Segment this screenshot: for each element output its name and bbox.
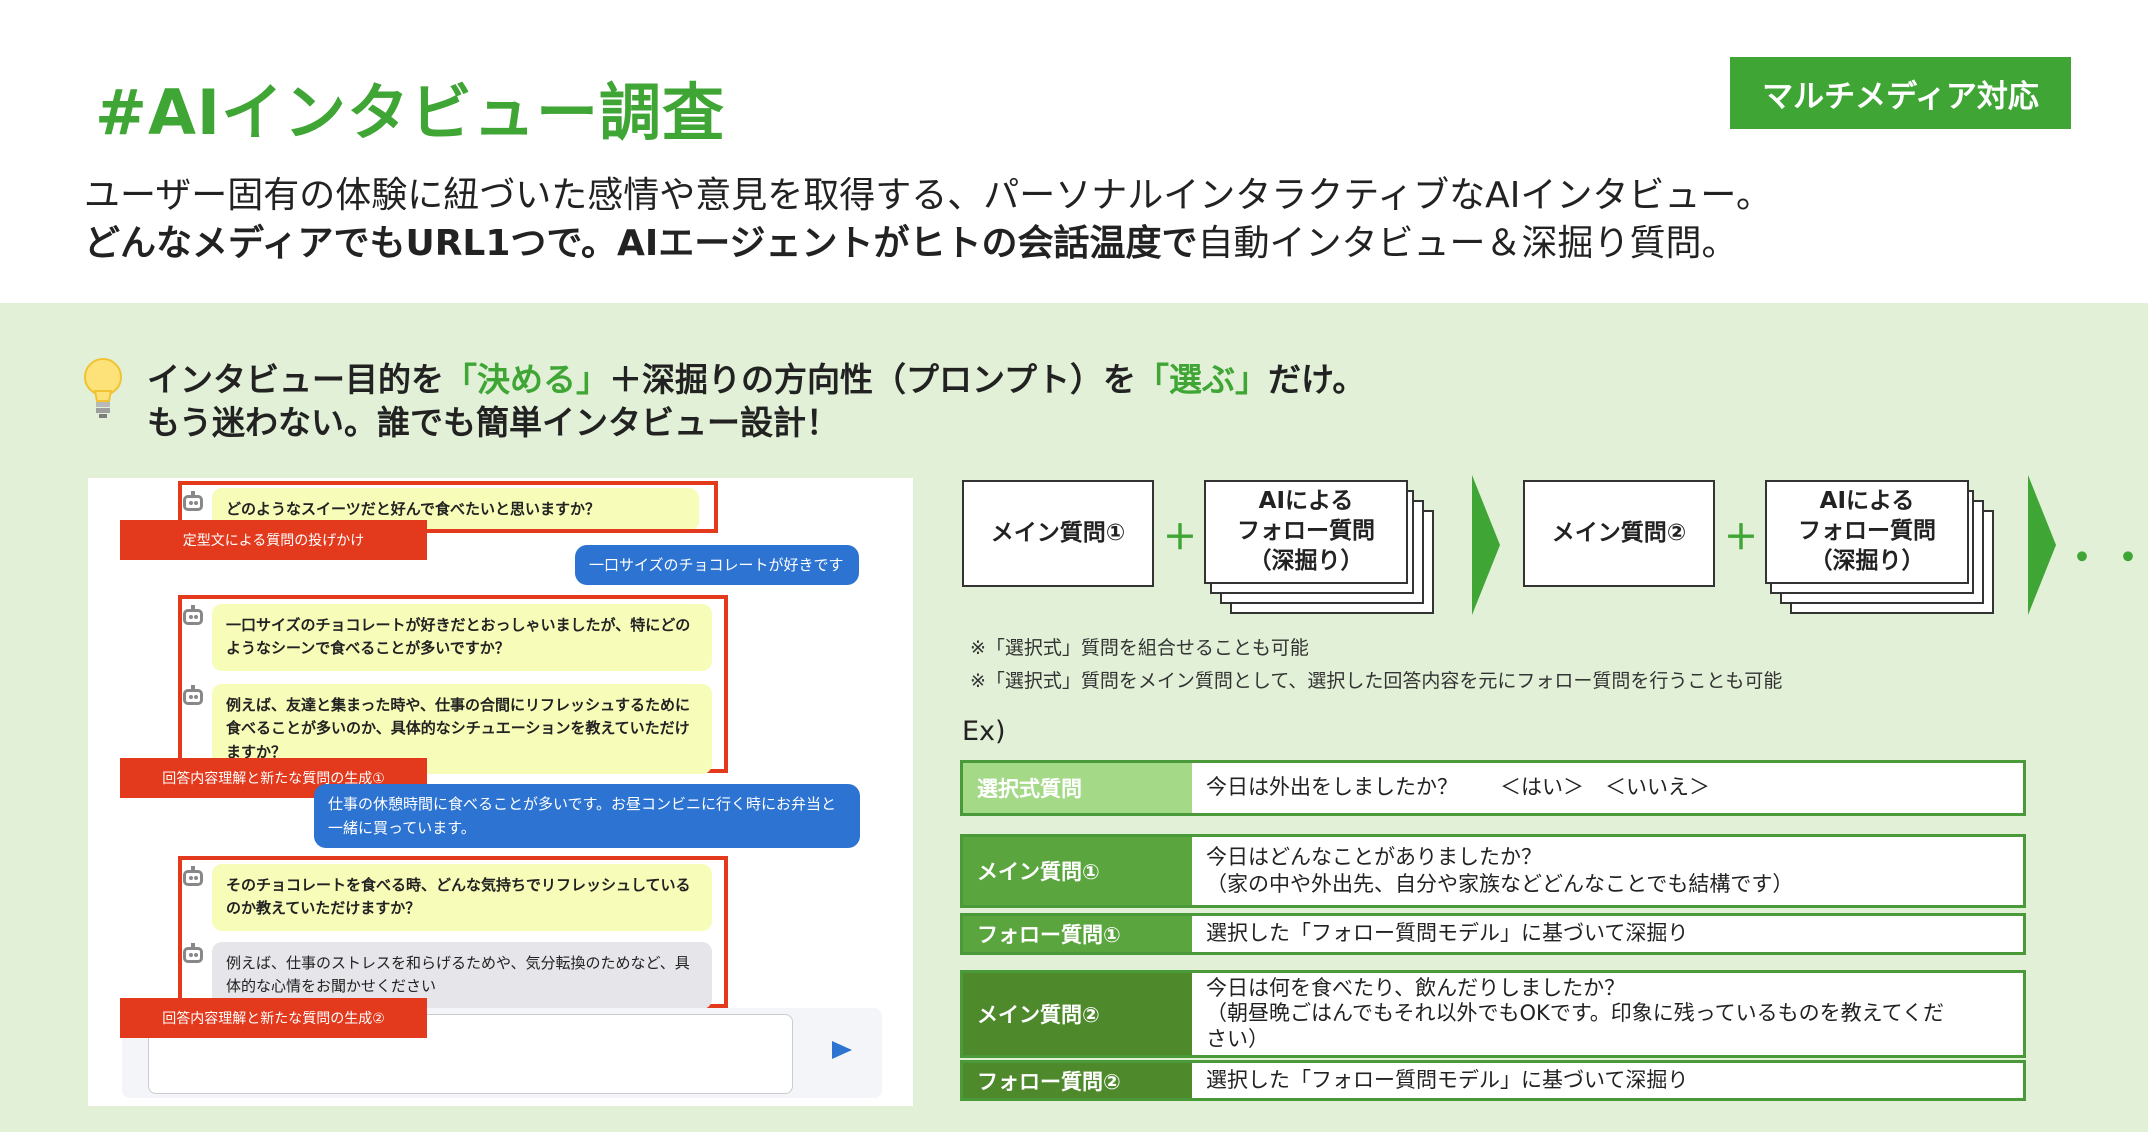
row-value: 今日はどんなことがありましたか？ （家の中や外出先、自分や家族などどんなことでも結… xyxy=(1206,844,1794,896)
row-label: 選択式質問 xyxy=(963,763,1192,813)
lead-line-2: どんなメディアでもURL1つで。AIエージェントがヒトの会話温度で自動インタビュ… xyxy=(84,214,1738,266)
bot-avatar-icon xyxy=(180,685,206,709)
multimedia-badge: マルチメディア対応 xyxy=(1730,57,2071,129)
row-label: メイン質問② xyxy=(963,973,1192,1055)
row-label: フォロー質問② xyxy=(963,1063,1192,1098)
follow-question-1-box: AIによる フォロー質問 （深掘り） xyxy=(1204,480,1408,584)
bot-avatar-icon xyxy=(180,943,206,967)
lead-line-1: ユーザー固有の体験に紐づいた感情や意見を取得する、パーソナルインタラクティブなA… xyxy=(84,175,1773,216)
main-question-2-box: メイン質問② xyxy=(1523,480,1715,587)
bot-avatar-icon xyxy=(180,605,206,629)
lead-line-2-rest: 自動インタビュー＆深掘り質問。 xyxy=(1197,223,1738,264)
plus-sign: ＋ xyxy=(1724,518,1758,558)
chat-screenshot: どのようなスイーツだと好んで食べたいと思いますか？ 定型文による質問の投げかけ … xyxy=(88,478,913,1106)
highlight-label: 回答内容理解と新たな質問の生成② xyxy=(120,998,427,1038)
row-value: 選択した「フォロー質問モデル」に基づいて深掘り xyxy=(1206,1067,1689,1092)
row-label: フォロー質問① xyxy=(963,916,1192,952)
row-value: 今日は外出をしましたか？ ＜はい＞ ＜いいえ＞ xyxy=(1206,775,1710,800)
note-2: ※「選択式」質問をメイン質問として、選択した回答内容を元にフォロー質問を行うこと… xyxy=(970,670,1783,692)
example-row-follow-2: フォロー質問② 選択した「フォロー質問モデル」に基づいて深掘り xyxy=(960,1060,2026,1101)
follow-question-2-box: AIによる フォロー質問 （深掘り） xyxy=(1765,480,1969,584)
flow-arrow-icon xyxy=(2028,475,2056,615)
bot-avatar-icon xyxy=(180,866,206,890)
send-icon[interactable] xyxy=(832,1041,852,1059)
row-label: メイン質問① xyxy=(963,837,1192,905)
example-row-main-2: メイン質問② 今日は何を食べたり、飲んだりしましたか？ （朝昼晩ごはんでもそれ以外… xyxy=(960,970,2026,1058)
row-value: 今日は何を食べたり、飲んだりしましたか？ （朝昼晩ごはんでもそれ以外でもOKです。… xyxy=(1206,976,1944,1051)
example-row-main-1: メイン質問① 今日はどんなことがありましたか？ （家の中や外出先、自分や家族などど… xyxy=(960,834,2026,908)
lightbulb-icon xyxy=(84,358,122,418)
highlight-label: 定型文による質問の投げかけ xyxy=(120,520,427,560)
continuation-dots: ・・・ xyxy=(2062,535,2148,581)
note-1: ※「選択式」質問を組合せることも可能 xyxy=(970,637,1309,659)
panel-heading-1: インタビュー目的を「決める」＋深掘りの方向性（プロンプト）を「選ぶ」だけ。 xyxy=(147,360,1366,399)
main-question-1-box: メイン質問① xyxy=(962,480,1154,587)
example-label: Ex) xyxy=(962,716,1006,747)
user-message: 一口サイズのチョコレートが好きです xyxy=(575,545,859,585)
panel-heading-2: もう迷わない。誰でも簡単インタビュー設計！ xyxy=(147,403,840,442)
example-row-choice: 選択式質問 今日は外出をしましたか？ ＜はい＞ ＜いいえ＞ xyxy=(960,760,2026,816)
bot-message: そのチョコレートを食べる時、どんな気持ちでリフレッシュしている のか教えていただけ… xyxy=(212,864,712,931)
flow-arrow-icon xyxy=(1472,475,1500,615)
lead-line-2-bold: どんなメディアでもURL1つで。AIエージェントがヒトの会話温度で xyxy=(84,223,1198,264)
plus-sign: ＋ xyxy=(1163,518,1197,558)
bot-message: 一口サイズのチョコレートが好きだとおっしゃいましたが、特にどの ようなシーンで食べ… xyxy=(212,604,712,671)
user-message: 仕事の休憩時間に食べることが多いです。お昼コンビニに行く時にお弁当と 一緒に買って… xyxy=(314,784,860,848)
row-value: 選択した「フォロー質問モデル」に基づいて深掘り xyxy=(1206,921,1689,946)
page-title: #AIインタビュー調査 xyxy=(95,76,726,149)
example-row-follow-1: フォロー質問① 選択した「フォロー質問モデル」に基づいて深掘り xyxy=(960,913,2026,955)
